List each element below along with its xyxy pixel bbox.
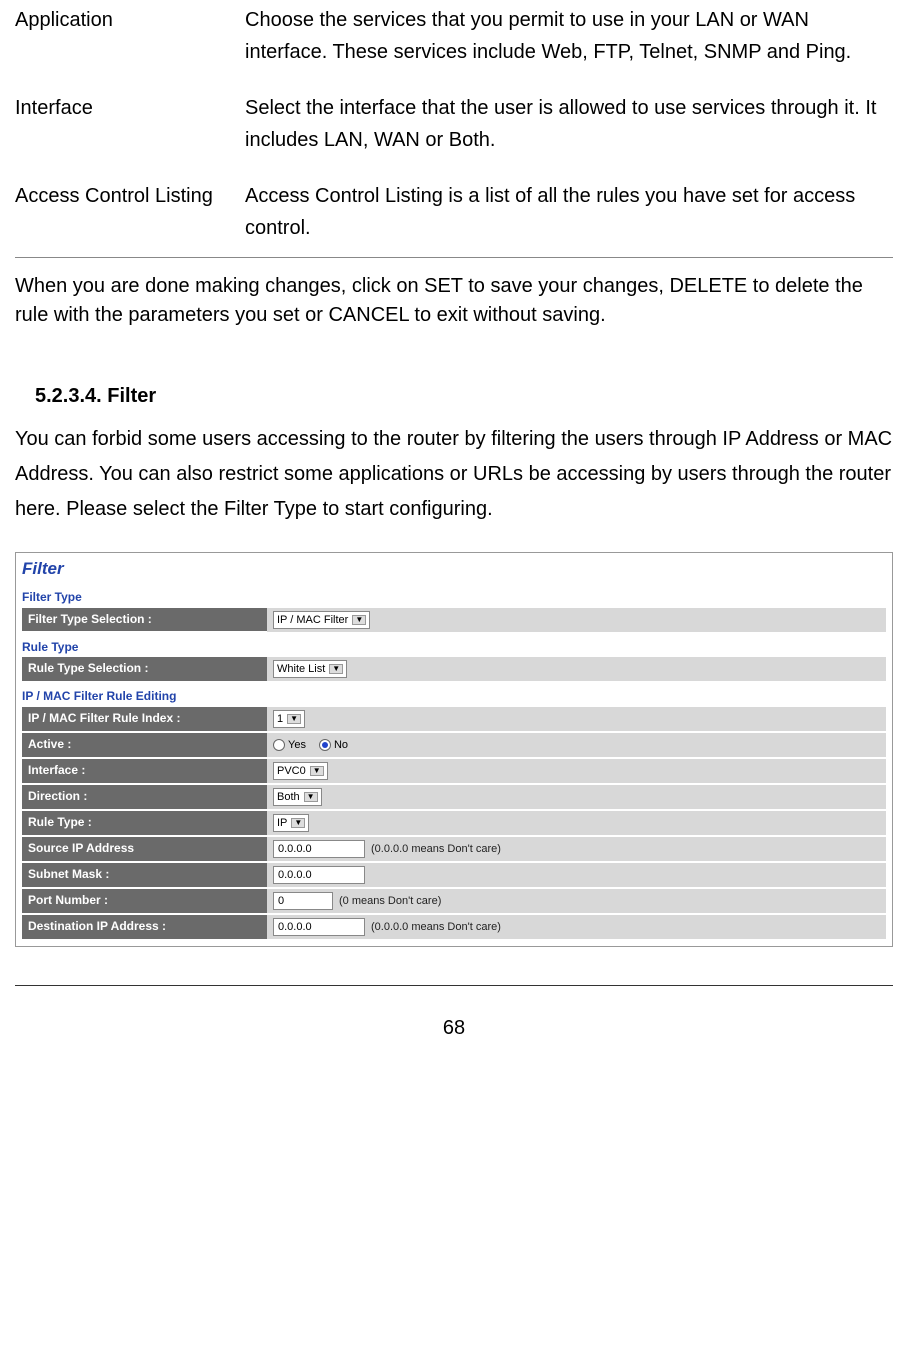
dest-ip-label: Destination IP Address : [22, 915, 267, 939]
subnet-label: Subnet Mask : [22, 863, 267, 887]
rule-type-editing-select[interactable]: IP ▼ [273, 814, 309, 832]
rule-type-label: Rule Type Selection : [22, 657, 267, 681]
subnet-input[interactable] [273, 866, 365, 884]
page-number: 68 [15, 1012, 893, 1044]
definition-row: Application Choose the services that you… [15, 0, 893, 88]
active-row: Active : Yes No [22, 733, 886, 757]
definition-row: Interface Select the interface that the … [15, 88, 893, 176]
rule-type-heading: Rule Type [22, 640, 886, 656]
section-body: You can forbid some users accessing to t… [15, 422, 893, 527]
select-value: White List [277, 662, 325, 676]
definition-row: Access Control Listing Access Control Li… [15, 176, 893, 252]
port-row: Port Number : (0 means Don't care) [22, 889, 886, 913]
radio-icon [319, 739, 331, 751]
rule-index-label: IP / MAC Filter Rule Index : [22, 707, 267, 731]
select-value: PVC0 [277, 764, 306, 778]
port-label: Port Number : [22, 889, 267, 913]
subnet-control [267, 863, 886, 887]
port-control: (0 means Don't care) [267, 889, 886, 913]
chevron-down-icon: ▼ [291, 818, 305, 828]
subnet-row: Subnet Mask : [22, 863, 886, 887]
divider [15, 257, 893, 258]
port-input[interactable] [273, 892, 333, 910]
direction-select[interactable]: Both ▼ [273, 788, 322, 806]
definition-desc: Select the interface that the user is al… [245, 88, 893, 176]
active-label: Active : [22, 733, 267, 757]
rule-index-control: 1 ▼ [267, 707, 886, 731]
direction-control: Both ▼ [267, 785, 886, 809]
source-ip-label: Source IP Address [22, 837, 267, 861]
dest-ip-control: (0.0.0.0 means Don't care) [267, 915, 886, 939]
active-control: Yes No [267, 733, 886, 757]
rule-type-row: Rule Type Selection : White List ▼ [22, 657, 886, 681]
panel-title: Filter [22, 558, 886, 580]
rule-type-editing-row: Rule Type : IP ▼ [22, 811, 886, 835]
filter-type-row: Filter Type Selection : IP / MAC Filter … [22, 608, 886, 632]
section-heading: 5.2.3.4. Filter [35, 380, 893, 412]
filter-type-heading: Filter Type [22, 590, 886, 606]
dest-ip-row: Destination IP Address : (0.0.0.0 means … [22, 915, 886, 939]
definition-term: Application [15, 0, 245, 88]
rule-type-select[interactable]: White List ▼ [273, 660, 347, 678]
rule-type-editing-label: Rule Type : [22, 811, 267, 835]
instruction-paragraph: When you are done making changes, click … [15, 272, 893, 330]
dest-ip-hint: (0.0.0.0 means Don't care) [371, 920, 501, 934]
footer-divider [15, 985, 893, 986]
port-hint: (0 means Don't care) [339, 894, 441, 908]
select-value: Both [277, 790, 300, 804]
direction-row: Direction : Both ▼ [22, 785, 886, 809]
chevron-down-icon: ▼ [304, 792, 318, 802]
chevron-down-icon: ▼ [310, 766, 324, 776]
radio-label: No [334, 738, 348, 752]
active-no-radio[interactable]: No [319, 738, 348, 752]
select-value: 1 [277, 712, 283, 726]
radio-icon [273, 739, 285, 751]
source-ip-control: (0.0.0.0 means Don't care) [267, 837, 886, 861]
chevron-down-icon: ▼ [329, 664, 343, 674]
rule-type-control: White List ▼ [267, 657, 886, 681]
filter-type-select[interactable]: IP / MAC Filter ▼ [273, 611, 370, 629]
interface-row: Interface : PVC0 ▼ [22, 759, 886, 783]
definition-table: Application Choose the services that you… [15, 0, 893, 252]
filter-type-label: Filter Type Selection : [22, 608, 267, 632]
filter-type-control: IP / MAC Filter ▼ [267, 608, 886, 632]
rule-type-editing-control: IP ▼ [267, 811, 886, 835]
filter-config-panel: Filter Filter Type Filter Type Selection… [15, 552, 893, 947]
interface-control: PVC0 ▼ [267, 759, 886, 783]
active-yes-radio[interactable]: Yes [273, 738, 306, 752]
rule-index-select[interactable]: 1 ▼ [273, 710, 305, 728]
chevron-down-icon: ▼ [352, 615, 366, 625]
chevron-down-icon: ▼ [287, 714, 301, 724]
radio-label: Yes [288, 738, 306, 752]
editing-heading: IP / MAC Filter Rule Editing [22, 689, 886, 705]
definition-desc: Access Control Listing is a list of all … [245, 176, 893, 252]
rule-index-row: IP / MAC Filter Rule Index : 1 ▼ [22, 707, 886, 731]
direction-label: Direction : [22, 785, 267, 809]
interface-label: Interface : [22, 759, 267, 783]
definition-desc: Choose the services that you permit to u… [245, 0, 893, 88]
select-value: IP / MAC Filter [277, 613, 348, 627]
definition-term: Interface [15, 88, 245, 176]
source-ip-hint: (0.0.0.0 means Don't care) [371, 842, 501, 856]
source-ip-row: Source IP Address (0.0.0.0 means Don't c… [22, 837, 886, 861]
dest-ip-input[interactable] [273, 918, 365, 936]
select-value: IP [277, 816, 287, 830]
definition-term: Access Control Listing [15, 176, 245, 252]
source-ip-input[interactable] [273, 840, 365, 858]
interface-select[interactable]: PVC0 ▼ [273, 762, 328, 780]
